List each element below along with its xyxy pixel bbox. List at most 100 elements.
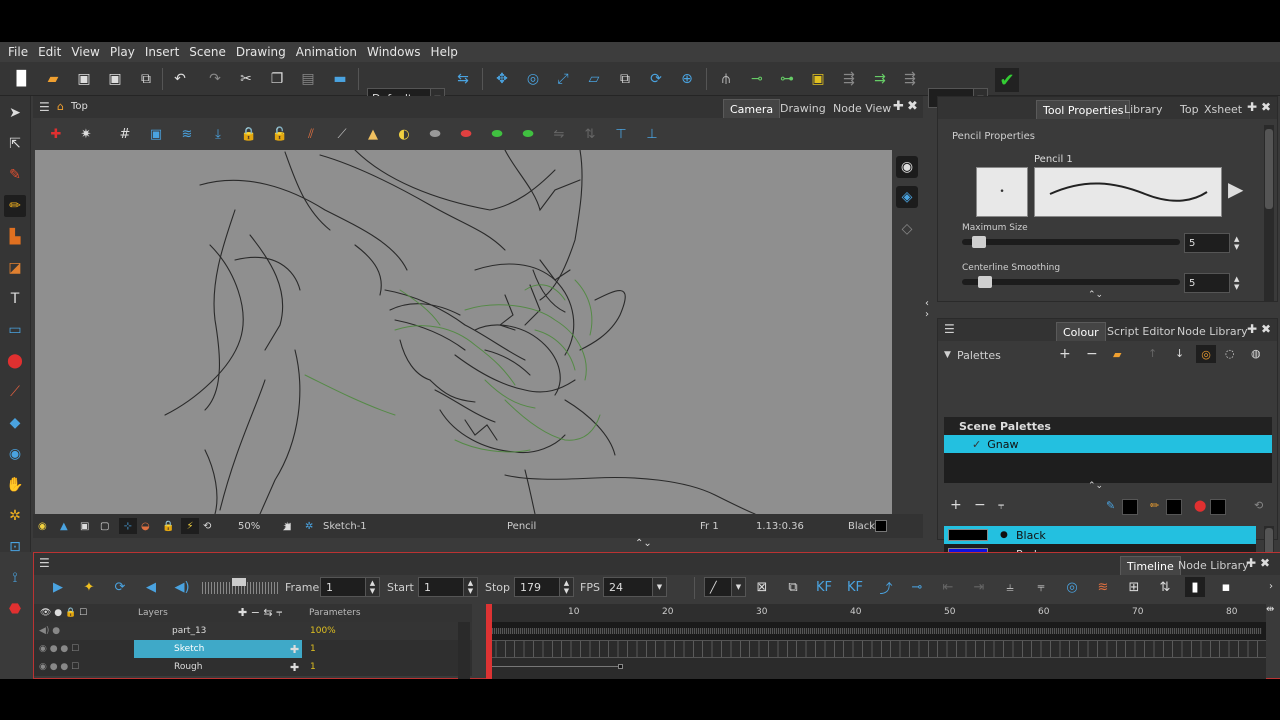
lock-status-icon[interactable]: 🔒 [162,518,174,534]
add-view-icon[interactable]: ✚ [1246,556,1256,570]
tab-node-view[interactable]: Node View [827,99,897,118]
next-key-icon[interactable]: ⇥ [969,577,989,597]
link-icon[interactable]: ⟲ [1254,499,1263,512]
layer-row[interactable]: ◉ ● ● ☐ Rough ✚ 1 [34,658,472,676]
pencil-texture-icon[interactable]: ⫽ [302,125,320,143]
flip-v-icon[interactable]: ⇅ [581,125,599,143]
spinner-arrows-icon[interactable]: ▲ ▼ [1234,275,1239,291]
colour-view-icon[interactable]: ◒ [141,518,150,534]
bone-icon[interactable]: ⊸ [747,69,767,89]
palette-style-icon[interactable]: ◌ [1225,347,1235,360]
remove-palette-icon[interactable]: − [1086,346,1098,362]
stop-input[interactable]: 179 ▲ ▼ [514,577,574,597]
stop-motion-icon[interactable]: ⊸ [907,577,927,597]
flatten-icon[interactable]: ≋ [178,125,196,143]
menu-windows[interactable]: Windows [363,45,425,59]
bulb-icon[interactable]: ◐ [395,125,413,143]
contour-editor-icon[interactable]: ⇱ [4,133,26,155]
max-size-input[interactable]: 5 [1184,233,1230,253]
onion-icon[interactable]: ◎ [1062,577,1082,597]
ik-icon[interactable]: ⫛ [716,69,736,89]
scale-icon[interactable]: ⤢ [553,69,573,89]
properties-scrollbar[interactable] [1264,125,1274,301]
save-as-icon[interactable]: ▣ [105,69,125,89]
layer-toggles-icon[interactable]: ◀) ● [39,626,60,636]
motion-path-icon[interactable]: ⤴ [876,577,896,597]
menu-scene[interactable]: Scene [185,45,230,59]
menu-edit[interactable]: Edit [34,45,65,59]
prev-key-icon[interactable]: ⇤ [938,577,958,597]
sound-icon[interactable]: ◀ [141,577,161,597]
light-table-icon[interactable]: ▲ [364,125,382,143]
quick-render-icon[interactable]: ⚡ [181,518,199,534]
bucket-icon[interactable]: ⬣ [4,598,26,620]
zoom-level[interactable]: 50% [238,518,260,534]
visibility-toggles-icon[interactable]: 👁 ● 🔒 ☐ [40,608,87,618]
hand-icon[interactable]: ✋ [4,474,26,496]
fps-input[interactable]: 24 ▼ [603,577,667,597]
delete-frame-icon[interactable]: ⫧ [1031,577,1051,597]
undo-icon[interactable]: ↶ [170,69,190,89]
camera-mask-icon[interactable]: ▣ [80,518,89,534]
stamp-icon[interactable]: ▙ [4,226,26,248]
brush-icon[interactable]: ✎ [4,164,26,186]
onion-red-icon[interactable]: ⬬ [457,125,475,143]
tab-script-editor[interactable]: Script Editor [1101,322,1181,341]
sound-scrub-icon[interactable]: ◀) [172,577,192,597]
sketch-track[interactable] [486,640,1266,658]
bbox-icon[interactable]: ▣ [808,69,828,89]
add-view-icon[interactable]: ✚ [1247,100,1257,114]
add-palette-icon[interactable]: + [1059,346,1071,362]
no-ease-icon[interactable]: ⊠ [752,577,772,597]
menu-insert[interactable]: Insert [141,45,183,59]
colour-swatch[interactable] [875,520,887,532]
expand-icon[interactable]: ▼ [944,350,951,360]
add-param-icon[interactable]: ✚ [290,643,299,656]
palette-folder-icon[interactable]: ▰ [1113,348,1121,361]
frame-input[interactable]: 1 ▲ ▼ [320,577,380,597]
zoom-icon[interactable]: ◉ [4,443,26,465]
grid-icon[interactable]: # [116,125,134,143]
dropper-icon[interactable]: ⟋ [4,381,26,403]
settings-icon[interactable]: ✷ [77,125,95,143]
layer-parameter[interactable]: 100% [310,626,336,636]
transform-icon[interactable]: ✥ [492,69,512,89]
rectangle-icon[interactable]: ▭ [4,319,26,341]
rotate-icon[interactable]: ◎ [523,69,543,89]
spinner-arrows-icon[interactable]: ▲ ▼ [463,578,477,596]
tween-icon[interactable]: ≋ [1093,577,1113,597]
onion-next-icon[interactable]: ⬬ [519,125,537,143]
menu-view[interactable]: View [67,45,103,59]
workspace-manager-icon[interactable]: ⇆ [453,69,473,89]
rotate-view-icon[interactable]: ✲ [4,505,26,527]
brush-colour-icon[interactable]: ✎ [1106,499,1115,512]
new-scene-icon[interactable]: ▉ [12,69,32,89]
reset-pan-icon[interactable]: ⊤ [612,125,630,143]
gear-icon[interactable]: ✷ [283,518,301,534]
close-icon[interactable]: ✖ [1260,556,1270,570]
ease-icon[interactable]: ⧉ [783,577,803,597]
colour-options-icon[interactable]: ⫧ [998,499,1004,513]
extend-exposure-icon[interactable]: ⊞ [1124,577,1144,597]
add-view-icon[interactable]: ✚ [893,99,904,114]
collapse-arrows-icon[interactable]: ⌃⌄ [1088,481,1103,491]
menu-drawing[interactable]: Drawing [232,45,290,59]
layer-parameter[interactable]: 1 [310,644,316,654]
lock-all-icon[interactable]: 🔓 [271,125,289,143]
preview-icon[interactable]: ▢ [100,518,109,534]
tab-library[interactable]: Library [1118,100,1168,119]
field-guide-icon[interactable]: ▣ [147,125,165,143]
paint-icon[interactable]: ⬤ [4,350,26,372]
onion-green-icon[interactable]: ⬬ [488,125,506,143]
menu-icon[interactable]: ☰ [944,322,955,336]
spinner-arrows-icon[interactable]: ▲ ▼ [559,578,573,596]
flip-h-icon[interactable]: ⇋ [550,125,568,143]
play-icon[interactable]: ▶ [48,577,68,597]
select-icon[interactable]: ➤ [4,102,26,124]
keyframe-remove-icon[interactable]: ⇶ [900,69,920,89]
import-icon[interactable]: ⧉ [136,69,156,89]
menu-help[interactable]: Help [427,45,462,59]
safe-area-icon[interactable]: ⊹ [119,518,137,534]
drawing-canvas[interactable] [35,150,892,514]
open-folder-icon[interactable]: ▰ [43,69,63,89]
